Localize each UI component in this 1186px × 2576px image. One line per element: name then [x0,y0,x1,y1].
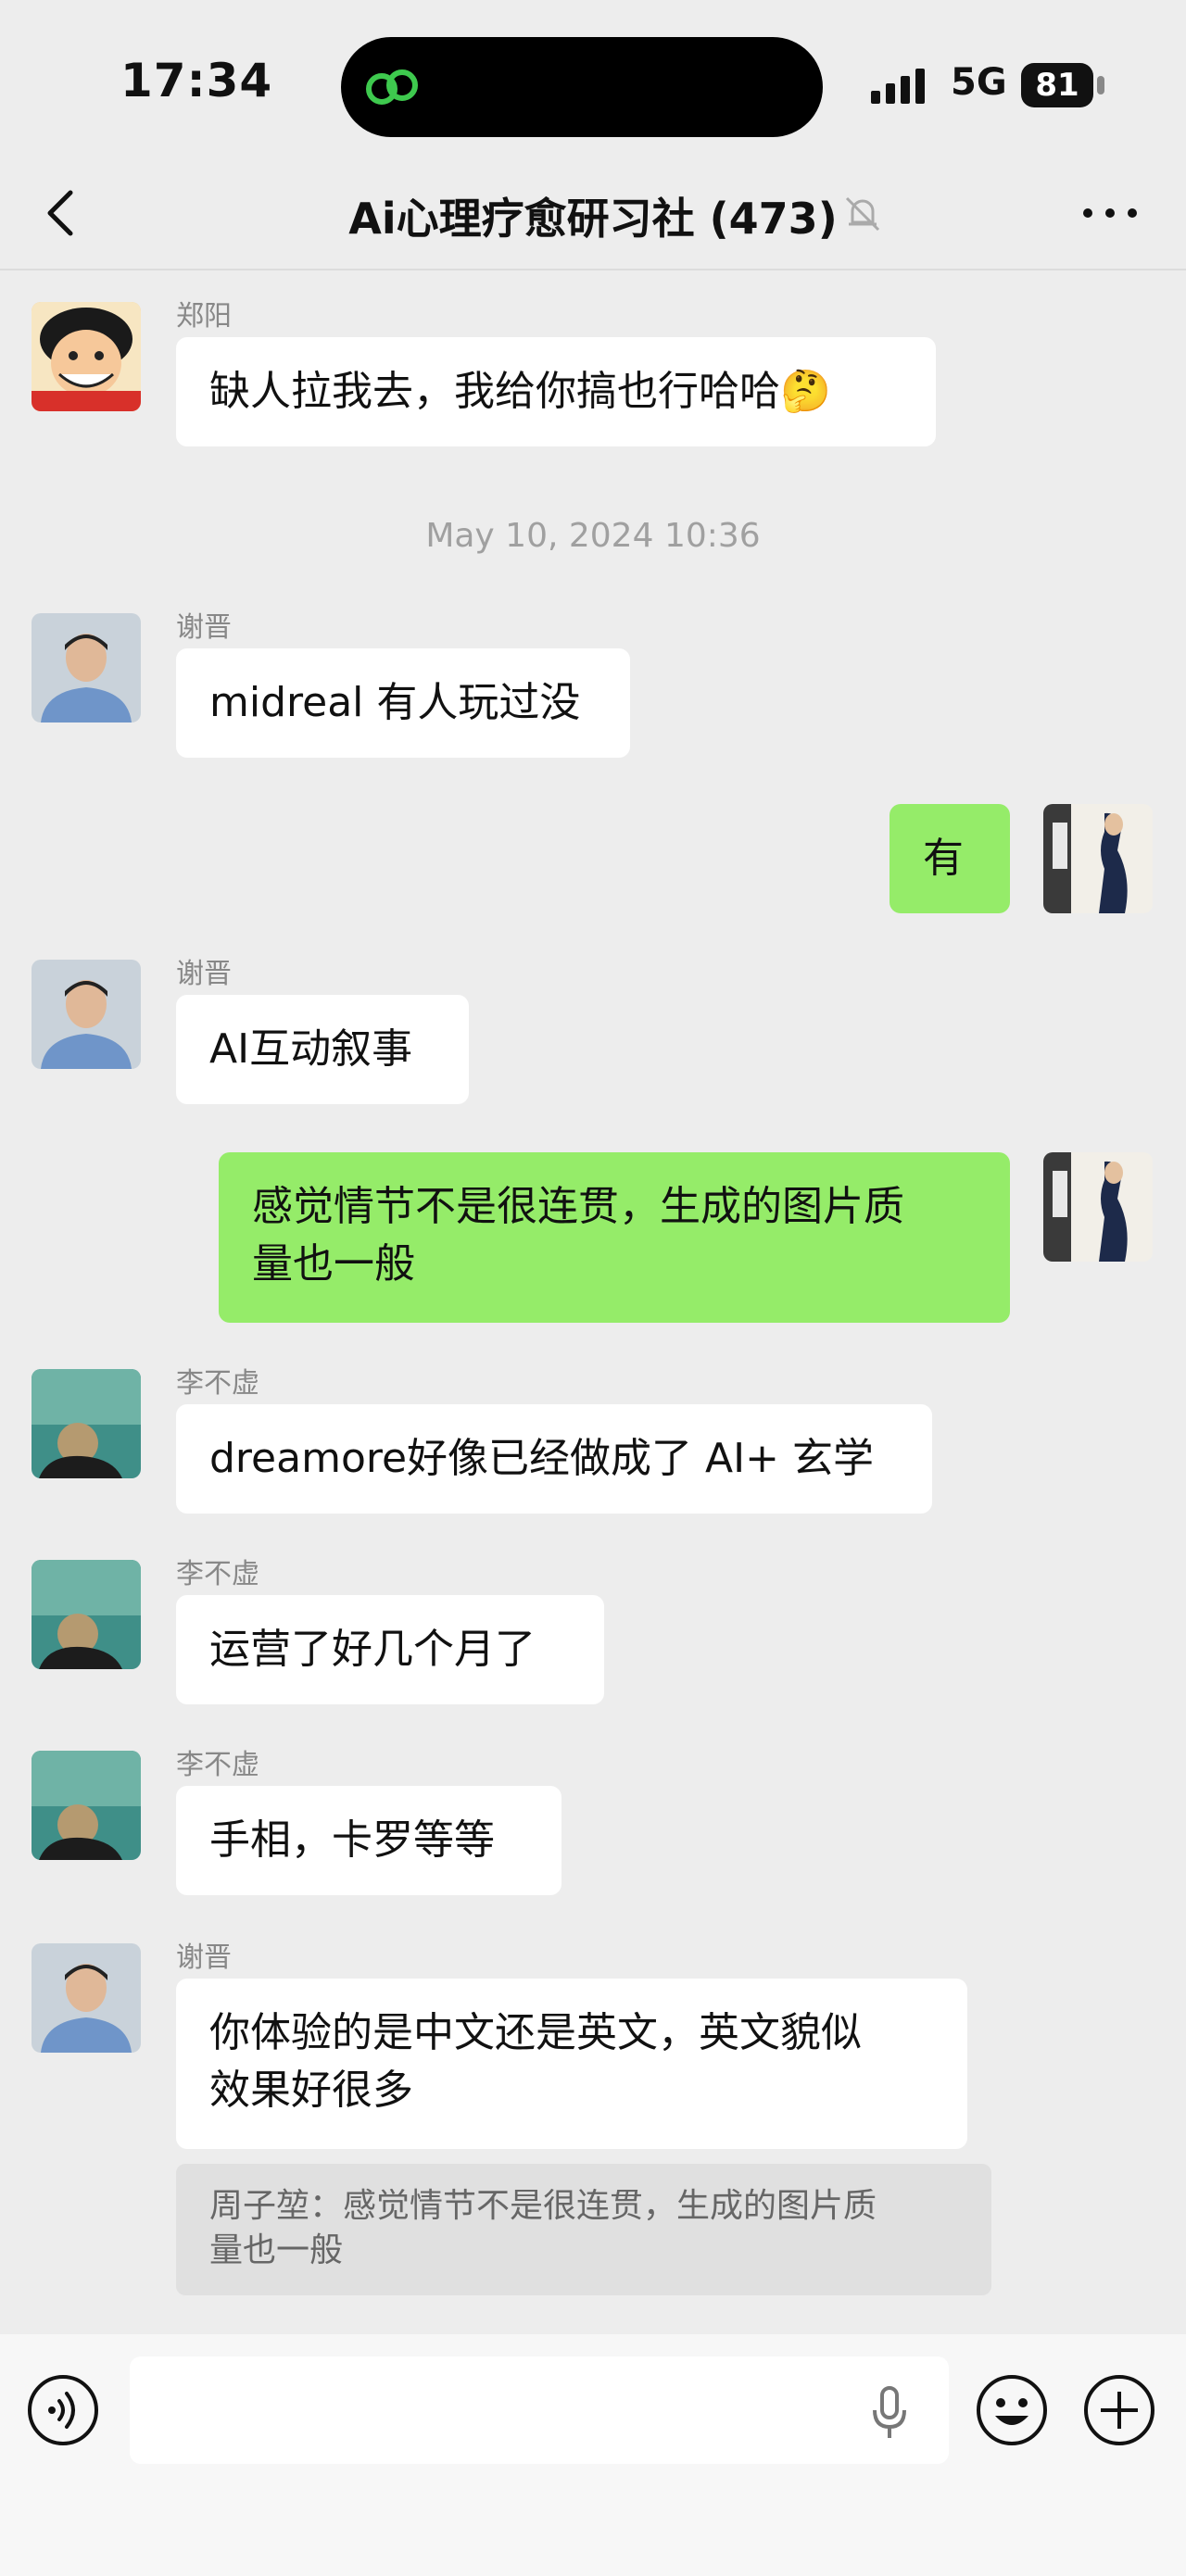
my-avatar[interactable] [1043,804,1153,913]
avatar[interactable] [32,960,141,1069]
sender-name: 谢晋 [176,958,232,990]
battery-tip [1097,76,1104,94]
more-icon[interactable] [1080,204,1140,222]
mic-icon[interactable] [871,2386,908,2440]
avatar[interactable] [32,1560,141,1669]
status-time: 17:34 [120,54,273,107]
avatar[interactable] [32,613,141,723]
avatar[interactable] [32,1369,141,1478]
message-input[interactable] [130,2356,949,2464]
chat-timestamp: May 10, 2024 10:36 [425,517,761,555]
quote-line: 量也一般 [209,2231,344,2269]
sender-name: 李不虚 [176,1558,259,1590]
message-line: 效果好很多 [209,2067,413,2114]
sender-name: 郑阳 [176,300,232,333]
quote-line: 周子堃：感觉情节不是很连贯，生成的图片质 [209,2187,877,2225]
island-app-icon [366,69,418,105]
message-bubble[interactable]: 手相，卡罗等等 [176,1786,561,1895]
chat-title: Ai心理疗愈研习社 (473) [348,194,838,244]
message-bubble[interactable]: AI互动叙事 [176,995,469,1104]
avatar[interactable] [32,1943,141,2053]
quoted-message[interactable]: 周子堃：感觉情节不是很连贯，生成的图片质 量也一般 [176,2164,991,2295]
voice-icon[interactable] [26,2373,100,2447]
my-avatar[interactable] [1043,1152,1153,1262]
network-type: 5G [951,61,1007,104]
chat-header: Ai心理疗愈研习社 (473) [0,157,1186,270]
cellular-signal-icon [871,69,925,104]
message-bubble[interactable]: 运营了好几个月了 [176,1595,604,1704]
avatar[interactable] [32,302,141,411]
status-bar: 17:34 5G 81 [0,0,1186,139]
message-line: 感觉情节不是很连贯，生成的图片质 [252,1183,904,1230]
message-line: 量也一般 [252,1240,415,1288]
sender-name: 谢晋 [176,611,232,644]
message-line: 你体验的是中文还是英文，英文貌似 [209,2009,862,2056]
my-message-bubble[interactable]: 感觉情节不是很连贯，生成的图片质 量也一般 [219,1152,1010,1323]
mute-bell-icon [845,196,880,232]
message-bubble[interactable]: 缺人拉我去，我给你搞也行哈哈🤔 [176,337,936,446]
battery-indicator: 81 [1021,63,1093,107]
avatar[interactable] [32,1751,141,1860]
plus-icon[interactable] [1082,2373,1156,2447]
input-bar [0,2334,1186,2576]
message-bubble[interactable]: 你体验的是中文还是英文，英文貌似 效果好很多 [176,1979,967,2149]
message-bubble[interactable]: midreal 有人玩过没 [176,648,630,758]
sender-name: 李不虚 [176,1367,259,1400]
emoji-icon[interactable] [975,2373,1049,2447]
sender-name: 李不虚 [176,1749,259,1781]
message-bubble[interactable]: dreamore好像已经做成了 AI+ 玄学 [176,1404,932,1514]
my-message-bubble[interactable]: 有 [890,804,1010,913]
sender-name: 谢晋 [176,1941,232,1974]
